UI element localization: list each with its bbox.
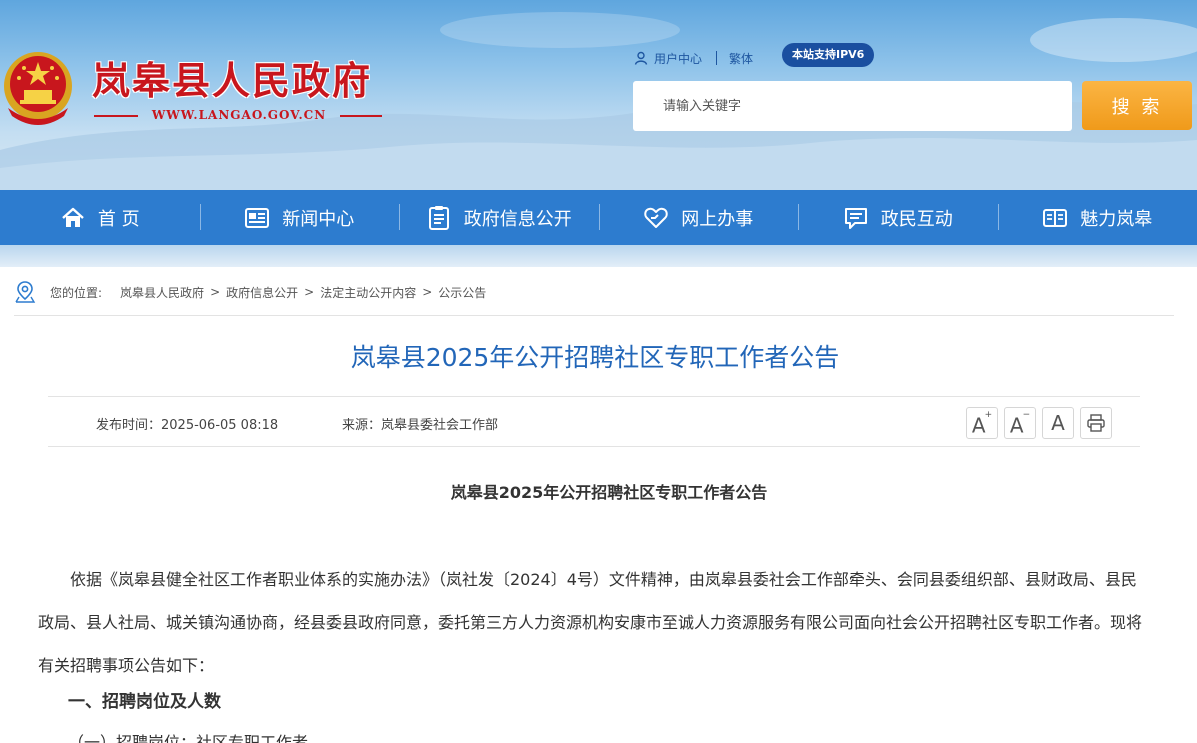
article-paragraph: 依据《岚皋县健全社区工作者职业体系的实施办法》（岚社发〔2024〕4号）文件精神… [38,570,1143,675]
user-center-link[interactable]: 用户中心 [654,50,702,67]
breadcrumb: 您的位置: 岚皋县人民政府 > 政府信息公开 > 法定主动公开内容 > 公示公告 [14,280,486,304]
news-icon [245,207,270,228]
meta-top-divider [48,396,1140,397]
nav-item-news[interactable]: 新闻中心 [199,190,400,245]
meta-bottom-divider [48,446,1140,447]
user-icon [634,51,648,65]
breadcrumb-label: 您的位置: [50,285,103,300]
nav-item-interaction[interactable]: 政民互动 [798,190,998,245]
font-smaller-button[interactable]: A− [1004,407,1036,439]
heart-hand-icon [644,207,668,228]
nav-label-home: 首 页 [97,208,140,230]
search-button[interactable]: 搜 索 [1082,81,1192,130]
font-default-label: A [1051,411,1065,435]
nav-label-news: 新闻中心 [282,208,355,230]
font-smaller-label: A [1009,413,1024,438]
breadcrumb-item[interactable]: 公示公告 [438,284,486,301]
font-larger-label: A [971,413,986,438]
chat-icon [844,207,867,229]
ipv6-badge: 本站支持IPV6 [782,43,875,67]
breadcrumb-separator: > [422,285,433,299]
site-header: 岚皋县人民政府 WWW.LANGAO.GOV.CN 用户中心 繁体 本站支持IP… [0,0,1197,190]
search-input[interactable] [633,81,1072,131]
plus-sign: + [984,410,993,420]
section-heading: 一、招聘岗位及人数 [68,692,221,712]
breadcrumb-item[interactable]: 岚皋县人民政府 [120,284,204,301]
breadcrumb-item[interactable]: 法定主动公开内容 [320,284,416,301]
link-separator [716,51,718,65]
top-links: 用户中心 繁体 [634,50,753,66]
nav-label-charm: 魅力岚皋 [1080,208,1153,230]
url-rule-left [94,115,138,117]
nav-item-home[interactable]: 首 页 [0,190,200,245]
document-title: 岚皋县2025年公开招聘社区专职工作者公告 [450,483,768,502]
site-title[interactable]: 岚皋县人民政府 [92,50,372,105]
breadcrumb-divider [14,315,1174,316]
nav-label-online-service: 网上办事 [681,208,754,230]
nav-decor-band [0,245,1197,267]
printer-icon [1087,414,1105,432]
subsection-heading: （一）招聘岗位：社区专职工作者 [68,733,309,743]
traditional-chinese-link[interactable]: 繁体 [729,50,753,67]
font-default-button[interactable]: A [1042,407,1074,439]
site-url: WWW.LANGAO.GOV.CN [151,108,327,122]
publish-time: 发布时间：2025-06-05 08:18 [96,418,279,433]
breadcrumb-separator: > [304,285,315,299]
nav-item-charm[interactable]: 魅力岚皋 [997,190,1197,245]
print-button[interactable] [1080,407,1112,439]
site-url-row: WWW.LANGAO.GOV.CN [92,108,384,124]
url-rule-right [340,115,382,117]
font-larger-button[interactable]: A+ [966,407,998,439]
article-title: 岚皋县2025年公开招聘社区专职工作者公告 [350,343,840,372]
national-emblem-icon [4,52,72,125]
book-icon [1043,208,1068,227]
minus-sign: − [1022,410,1031,420]
breadcrumb-separator: > [210,285,221,299]
home-icon [62,207,84,227]
breadcrumb-item[interactable]: 政府信息公开 [226,284,298,301]
main-nav: 首 页 新闻中心 政府信息公开 网上办事 政民互动 魅力岚皋 [0,190,1197,245]
nav-item-online-service[interactable]: 网上办事 [598,190,799,245]
nav-item-gov-info[interactable]: 政府信息公开 [399,190,599,245]
nav-label-gov-info: 政府信息公开 [463,208,572,230]
location-pin-icon [15,281,36,303]
document-icon [428,205,449,230]
nav-label-interaction: 政民互动 [880,208,953,230]
article-source: 来源：岚皋县委社会工作部 [342,418,499,433]
